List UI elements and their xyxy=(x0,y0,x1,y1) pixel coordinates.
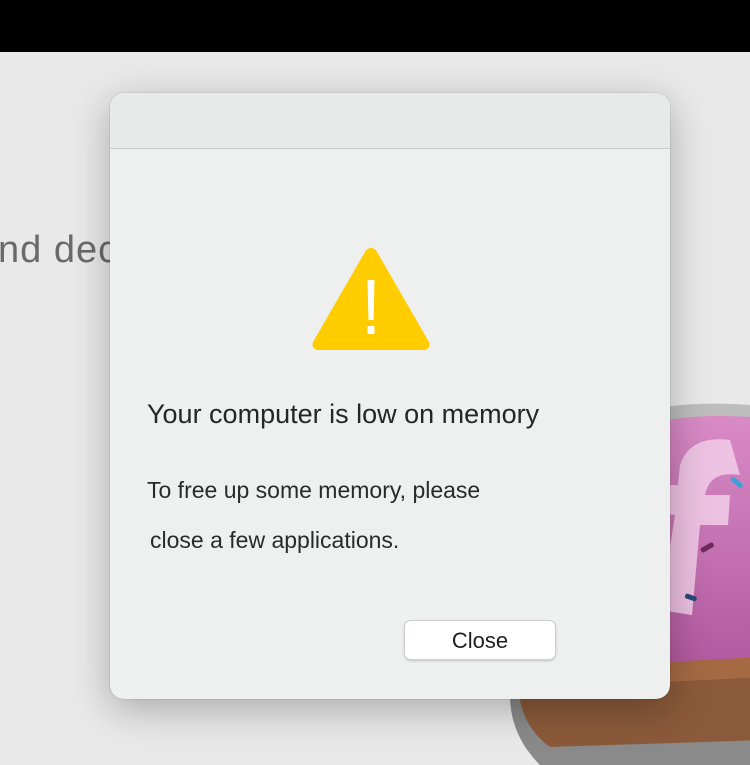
dialog-titlebar xyxy=(110,93,670,149)
background-partial-text: nd dec xyxy=(0,229,119,271)
top-logo-icon xyxy=(366,0,486,6)
low-memory-dialog: Your computer is low on memory To free u… xyxy=(110,93,670,699)
dialog-message-line-2: close a few applications. xyxy=(150,527,400,553)
close-button[interactable]: Close xyxy=(404,620,556,660)
dialog-message: To free up some memory, please close a f… xyxy=(147,465,567,565)
warning-triangle-icon xyxy=(312,248,430,350)
dialog-message-line-1: To free up some memory, please xyxy=(147,477,481,503)
dialog-title: Your computer is low on memory xyxy=(147,399,540,429)
top-black-bar xyxy=(0,0,750,52)
